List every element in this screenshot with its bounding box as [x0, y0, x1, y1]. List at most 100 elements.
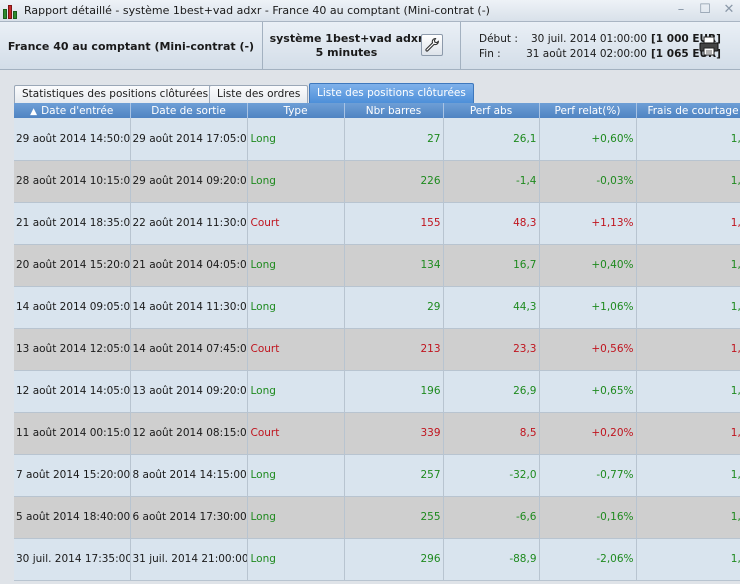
perf-rel-cell: -0,77% [539, 454, 637, 497]
bar-count-cell: 196 [344, 370, 444, 413]
exit-date-cell: 31 juil. 2014 21:00:00 [130, 538, 248, 581]
instrument-name: France 40 au comptant (Mini-contrat (-) [0, 22, 263, 70]
perf-abs-cell: -32,0 [443, 454, 540, 497]
col-header-exit-date[interactable]: Date de sortie [130, 103, 248, 118]
perf-rel-cell: +1,13% [539, 202, 637, 245]
print-button[interactable] [698, 36, 720, 56]
perf-rel-cell: -0,03% [539, 160, 637, 203]
system-timeframe: 5 minutes [315, 46, 378, 59]
type-cell: Long [247, 118, 345, 161]
positions-table: ▲ Date d'entrée Date de sortie Type Nbr b… [14, 103, 740, 581]
report-header: France 40 au comptant (Mini-contrat (-) … [0, 22, 740, 70]
wrench-icon [425, 37, 439, 52]
tab-orders-list[interactable]: Liste des ordres [209, 85, 309, 103]
entry-date-cell: 21 août 2014 18:35:00 [14, 202, 131, 245]
chart-app-icon [3, 3, 19, 19]
entry-date-cell: 7 août 2014 15:20:00 [14, 454, 131, 497]
perf-rel-cell: -0,16% [539, 496, 637, 539]
col-header-entry-date[interactable]: ▲ Date d'entrée [14, 103, 131, 118]
window-controls: – ☐ ✕ [674, 3, 736, 17]
type-cell: Court [247, 412, 345, 455]
entry-date-cell: 5 août 2014 18:40:00 [14, 496, 131, 539]
type-cell: Court [247, 328, 345, 371]
type-cell: Long [247, 286, 345, 329]
fees-cell: 1,2 [636, 328, 740, 371]
exit-date-cell: 14 août 2014 07:45:00 [130, 328, 248, 371]
start-label: Début : [479, 33, 518, 45]
date-range: Début : 30 juil. 2014 01:00:00 [1 000 EU… [461, 22, 740, 70]
minimize-icon[interactable]: – [674, 3, 688, 17]
table-row[interactable]: 13 août 2014 12:05:00 14 août 2014 07:45:… [14, 328, 740, 371]
bar-count-cell: 134 [344, 244, 444, 287]
perf-abs-cell: 26,1 [443, 118, 540, 161]
table-header-row: ▲ Date d'entrée Date de sortie Type Nbr b… [14, 103, 740, 118]
perf-rel-cell: -2,06% [539, 538, 637, 581]
bar-count-cell: 257 [344, 454, 444, 497]
perf-abs-cell: 48,3 [443, 202, 540, 245]
bar-count-cell: 296 [344, 538, 444, 581]
exit-date-cell: 6 août 2014 17:30:00 [130, 496, 248, 539]
tab-closed-positions-list[interactable]: Liste des positions clôturées [309, 83, 474, 103]
entry-date-cell: 12 août 2014 14:05:00 [14, 370, 131, 413]
perf-abs-cell: 23,3 [443, 328, 540, 371]
exit-date-cell: 12 août 2014 08:15:00 [130, 412, 248, 455]
fees-cell: 1,2 [636, 454, 740, 497]
settings-button[interactable] [421, 34, 443, 56]
entry-date-cell: 11 août 2014 00:15:00 [14, 412, 131, 455]
perf-rel-cell: +0,20% [539, 412, 637, 455]
exit-date-cell: 29 août 2014 09:20:00 [130, 160, 248, 203]
table-row[interactable]: 11 août 2014 00:15:00 12 août 2014 08:15:… [14, 412, 740, 455]
type-cell: Long [247, 244, 345, 287]
type-cell: Long [247, 454, 345, 497]
table-row[interactable]: 12 août 2014 14:05:00 13 août 2014 09:20:… [14, 370, 740, 413]
maximize-icon[interactable]: ☐ [698, 3, 712, 17]
col-header-fees[interactable]: Frais de courtage [636, 103, 740, 118]
exit-date-cell: 14 août 2014 11:30:00 [130, 286, 248, 329]
title-bar: Rapport détaillé - système 1best+vad adx… [0, 0, 740, 22]
fees-cell: 1,2 [636, 538, 740, 581]
bar-count-cell: 29 [344, 286, 444, 329]
system-info: système 1best+vad adxr 5 minutes [263, 22, 461, 70]
type-cell: Long [247, 160, 345, 203]
bar-count-cell: 226 [344, 160, 444, 203]
fees-cell: 1,2 [636, 202, 740, 245]
window-title: Rapport détaillé - système 1best+vad adx… [24, 4, 490, 17]
col-header-bar-count[interactable]: Nbr barres [344, 103, 444, 118]
close-icon[interactable]: ✕ [722, 3, 736, 17]
end-label: Fin : [479, 48, 501, 60]
fees-cell: 1,2 [636, 370, 740, 413]
start-date: 30 juil. 2014 01:00:00 [531, 33, 647, 45]
type-cell: Long [247, 496, 345, 539]
perf-rel-cell: +0,60% [539, 118, 637, 161]
table-row[interactable]: 20 août 2014 15:20:00 21 août 2014 04:05:… [14, 244, 740, 287]
fees-cell: 1,2 [636, 160, 740, 203]
table-row[interactable]: 28 août 2014 10:15:00 29 août 2014 09:20:… [14, 160, 740, 203]
perf-abs-cell: 44,3 [443, 286, 540, 329]
bar-count-cell: 255 [344, 496, 444, 539]
table-row[interactable]: 29 août 2014 14:50:00 29 août 2014 17:05:… [14, 118, 740, 161]
perf-abs-cell: 26,9 [443, 370, 540, 413]
exit-date-cell: 21 août 2014 04:05:00 [130, 244, 248, 287]
exit-date-cell: 8 août 2014 14:15:00 [130, 454, 248, 497]
perf-abs-cell: -1,4 [443, 160, 540, 203]
perf-rel-cell: +1,06% [539, 286, 637, 329]
table-row[interactable]: 14 août 2014 09:05:00 14 août 2014 11:30:… [14, 286, 740, 329]
table-row[interactable]: 7 août 2014 15:20:00 8 août 2014 14:15:00… [14, 454, 740, 497]
col-header-type[interactable]: Type [247, 103, 345, 118]
perf-abs-cell: 16,7 [443, 244, 540, 287]
table-row[interactable]: 21 août 2014 18:35:00 22 août 2014 11:30:… [14, 202, 740, 245]
perf-rel-cell: +0,56% [539, 328, 637, 371]
tab-closed-positions-stats[interactable]: Statistiques des positions clôturées [14, 85, 217, 103]
col-header-perf-abs[interactable]: Perf abs [443, 103, 540, 118]
fees-cell: 1,2 [636, 412, 740, 455]
fees-cell: 1,2 [636, 286, 740, 329]
fees-cell: 1,2 [636, 244, 740, 287]
col-header-perf-rel[interactable]: Perf relat(%) [539, 103, 637, 118]
perf-abs-cell: -6,6 [443, 496, 540, 539]
table-row[interactable]: 30 juil. 2014 17:35:00 31 juil. 2014 21:0… [14, 538, 740, 581]
perf-rel-cell: +0,40% [539, 244, 637, 287]
table-row[interactable]: 5 août 2014 18:40:00 6 août 2014 17:30:00… [14, 496, 740, 539]
end-date: 31 août 2014 02:00:00 [526, 48, 647, 60]
entry-date-cell: 20 août 2014 15:20:00 [14, 244, 131, 287]
exit-date-cell: 29 août 2014 17:05:00 [130, 118, 248, 161]
